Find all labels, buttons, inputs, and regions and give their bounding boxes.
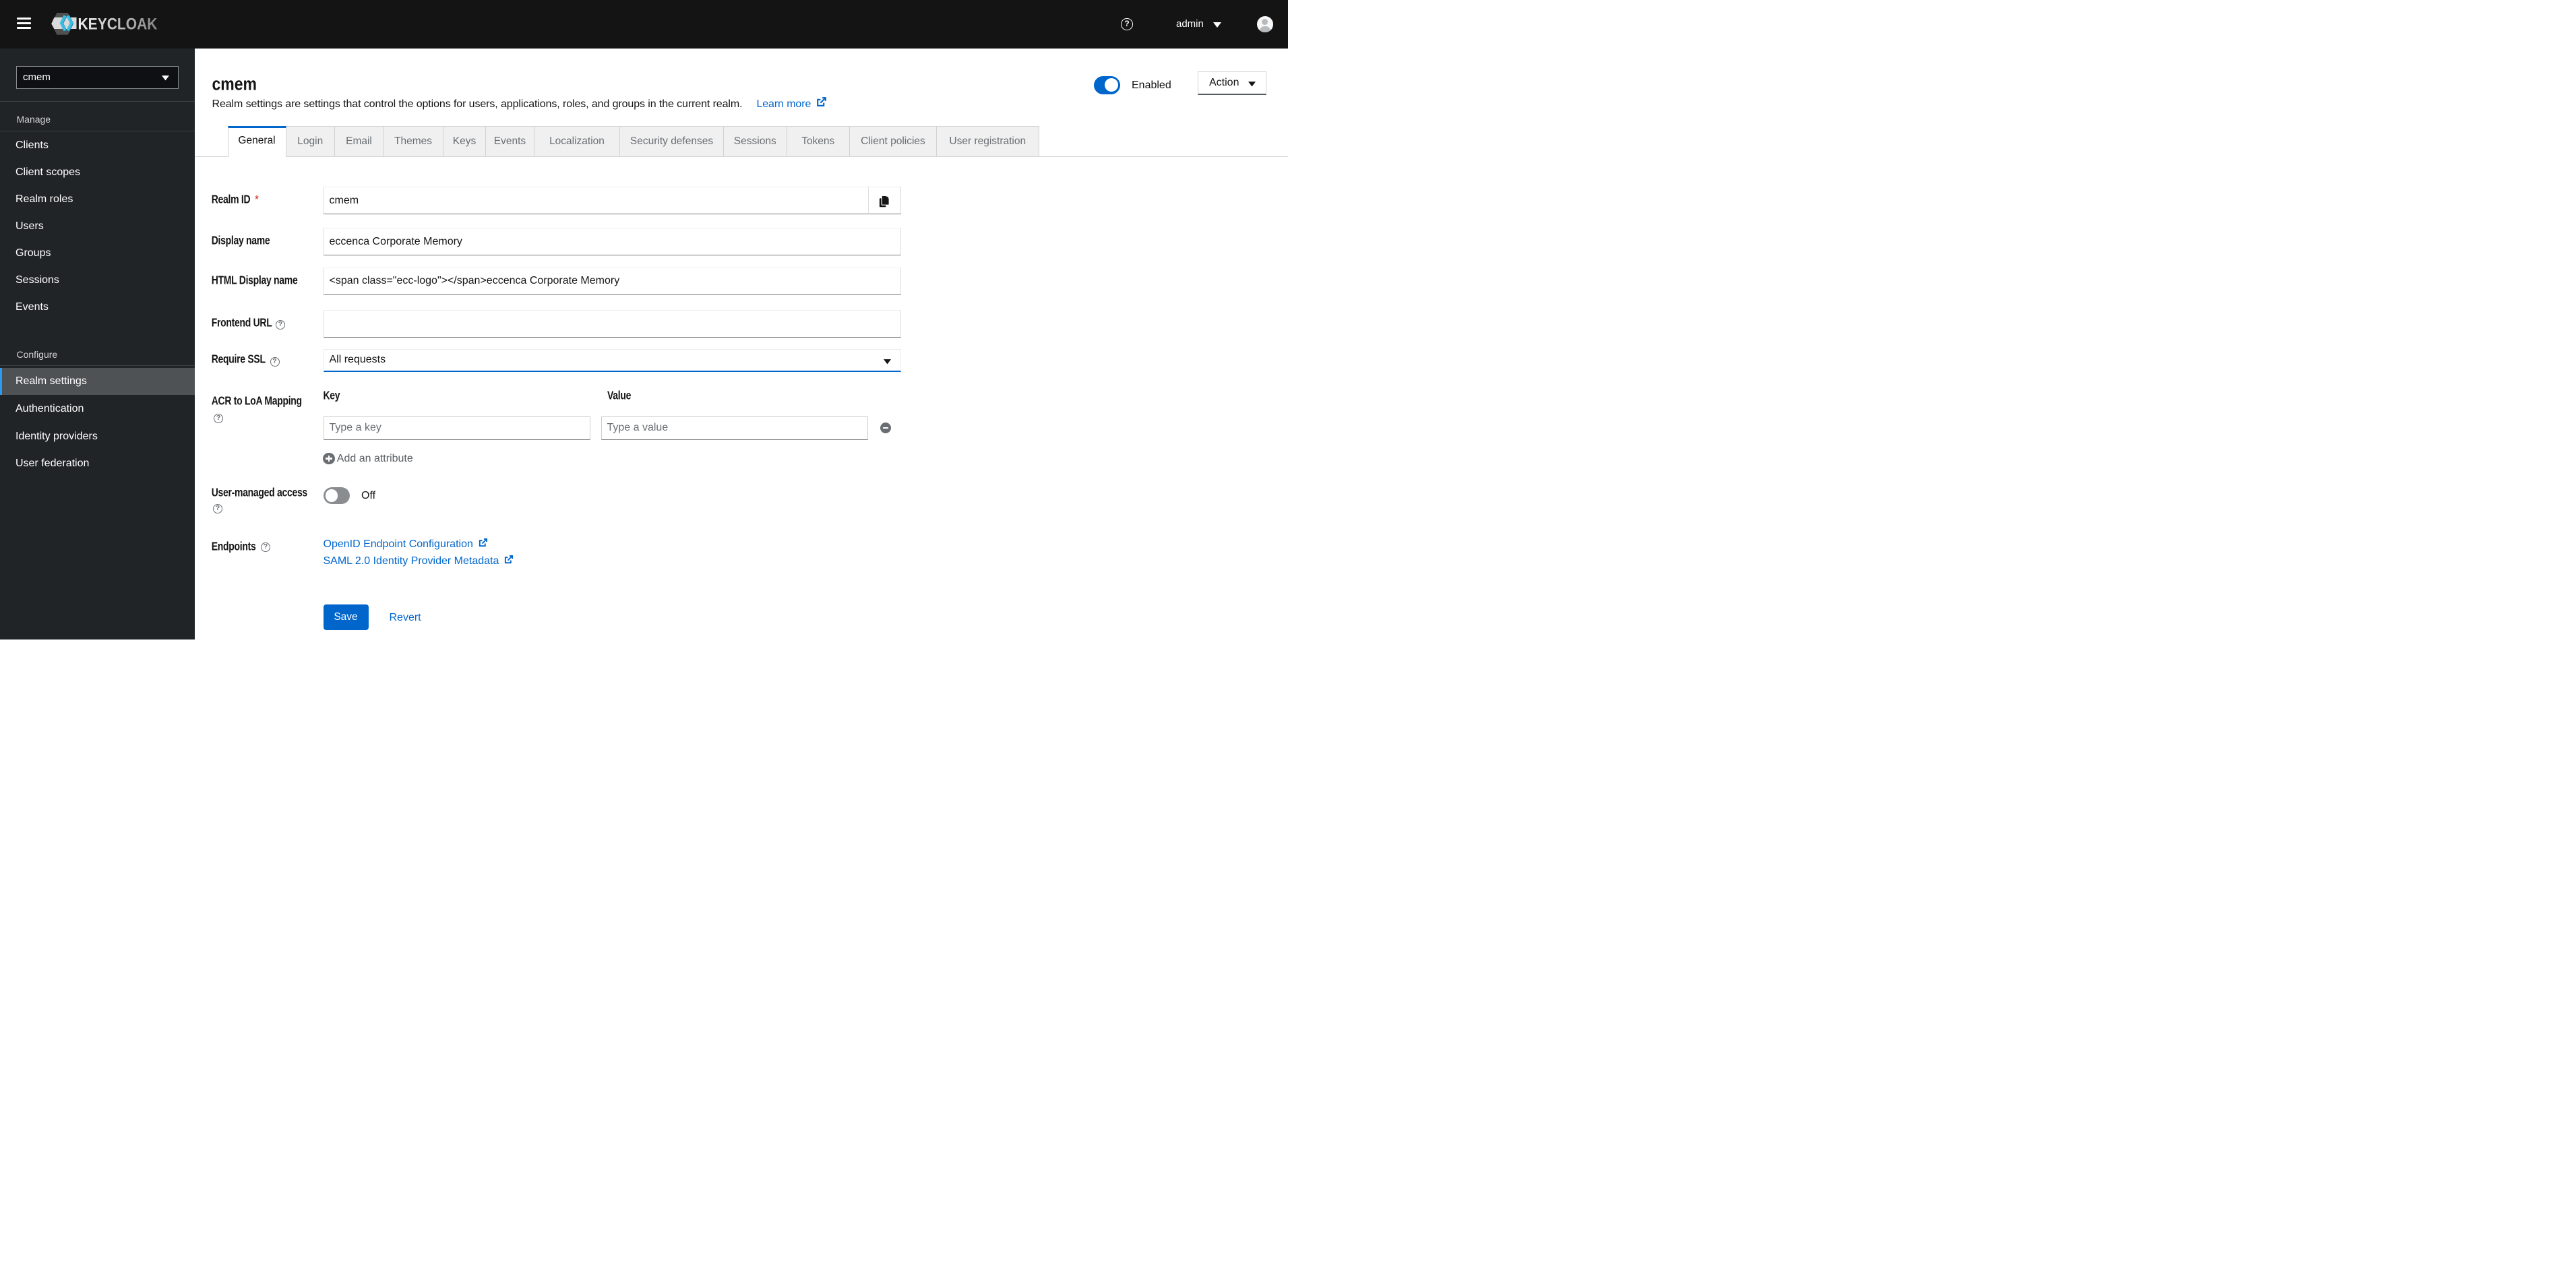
svg-text:KEYCLOAK: KEYCLOAK — [78, 15, 158, 33]
